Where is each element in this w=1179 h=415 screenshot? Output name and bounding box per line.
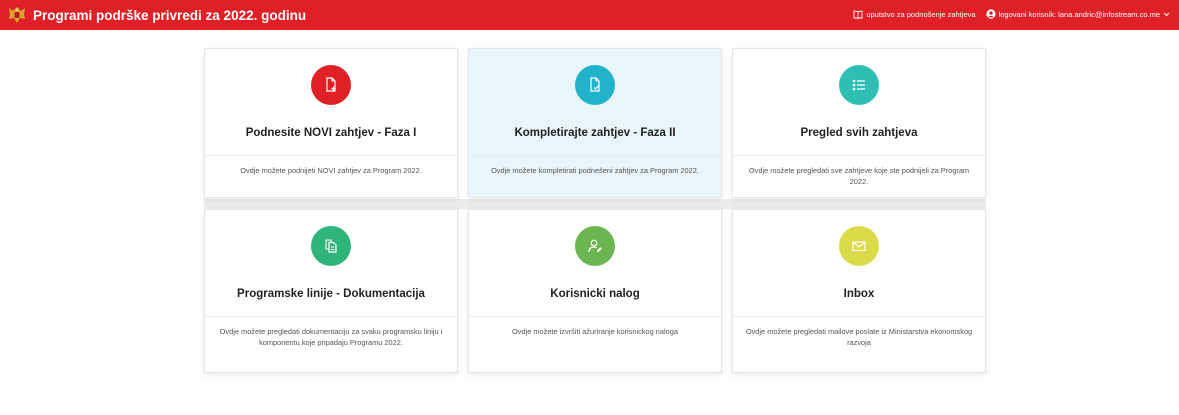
card-documentation[interactable]: Programske linije - Dokumentacija Ovdje …	[204, 209, 458, 373]
card-title: Programske linije - Dokumentacija	[237, 288, 425, 300]
card-title: Pregled svih zahtjeva	[800, 127, 918, 139]
file-check-icon	[575, 65, 615, 105]
user-icon	[985, 9, 996, 19]
card-title: Kompletirajte zahtjev - Faza II	[514, 127, 676, 139]
app-title: Programi podrške privredi za 2022. godin…	[33, 7, 307, 23]
file-plus-icon	[311, 65, 351, 105]
card-title: Inbox	[843, 288, 875, 300]
card-description: Ovdje možete izvršiti ažuriranje korisni…	[469, 316, 721, 346]
card-title: Podnesite NOVI zahtjev - Faza I	[245, 127, 417, 139]
card-description: Ovdje možete kompletirati podnešeni zaht…	[469, 155, 721, 185]
envelope-icon	[839, 226, 879, 266]
card-new-request[interactable]: Podnesite NOVI zahtjev - Faza I Ovdje mo…	[204, 48, 458, 198]
user-menu[interactable]: logovani korisnik: lana.andric@infostrea…	[985, 9, 1173, 19]
documents-icon	[311, 226, 351, 266]
guide-link[interactable]: uputstvo za podnošenje zahtjeva	[853, 9, 976, 19]
guide-label: uputstvo za podnošenje zahtjeva	[866, 9, 976, 19]
top-bar: Programi podrške privredi za 2022. godin…	[0, 0, 1179, 30]
coat-of-arms-icon	[6, 4, 28, 26]
brand[interactable]: Programi podrške privredi za 2022. godin…	[6, 4, 306, 26]
user-label: logovani korisnik: lana.andric@infostrea…	[998, 9, 1160, 19]
card-complete-request[interactable]: Kompletirajte zahtjev - Faza II Ovdje mo…	[468, 48, 722, 198]
card-inbox[interactable]: Inbox Ovdje možete pregledati mailove po…	[732, 209, 986, 373]
card-all-requests[interactable]: Pregled svih zahtjeva Ovdje možete pregl…	[732, 48, 986, 198]
card-description: Ovdje možete podnijeti NOVI zahtjev za P…	[205, 155, 457, 185]
user-edit-icon	[575, 226, 615, 266]
list-icon	[839, 65, 879, 105]
row-separator	[204, 199, 986, 209]
card-description: Ovdje možete pregledati mailove poslate …	[733, 316, 985, 357]
card-description: Ovdje možete pregledati dokumentaciju za…	[205, 316, 457, 357]
chevron-down-icon	[1163, 12, 1170, 16]
card-description: Ovdje možete pregledati sve zahtjeve koj…	[733, 155, 985, 196]
card-user-account[interactable]: Korisnicki nalog Ovdje možete izvršiti a…	[468, 209, 722, 373]
book-icon	[853, 9, 863, 19]
card-title: Korisnicki nalog	[550, 288, 640, 300]
